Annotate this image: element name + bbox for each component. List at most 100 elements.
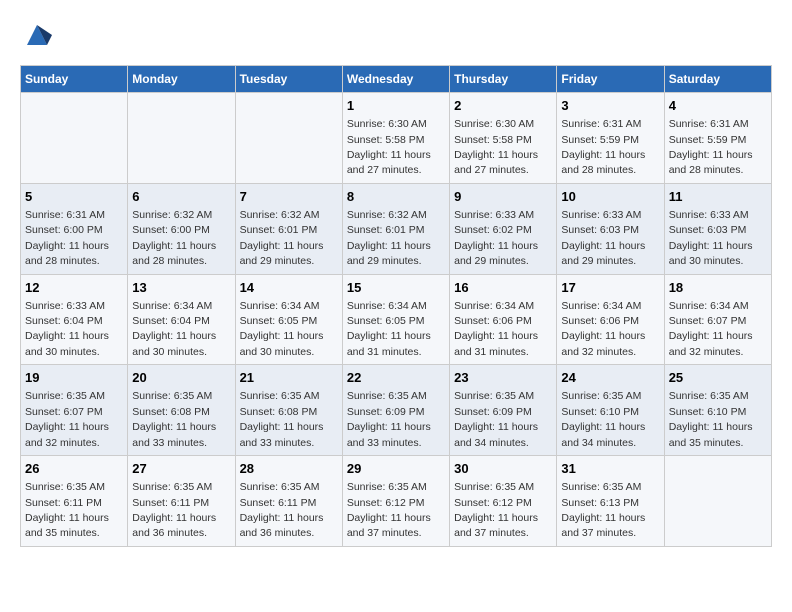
day-number: 16 — [454, 279, 552, 297]
day-number: 31 — [561, 460, 659, 478]
day-number: 13 — [132, 279, 230, 297]
day-number: 19 — [25, 369, 123, 387]
day-info: Sunrise: 6:34 AM Sunset: 6:04 PM Dayligh… — [132, 300, 216, 358]
calendar-cell: 20Sunrise: 6:35 AM Sunset: 6:08 PM Dayli… — [128, 365, 235, 456]
day-number: 11 — [669, 188, 767, 206]
calendar-cell — [664, 456, 771, 547]
calendar-cell: 2 Sunrise: 6:30 AM Sunset: 5:58 PM Daylig… — [450, 93, 557, 184]
day-info: Sunrise: 6:32 AM Sunset: 6:00 PM Dayligh… — [132, 209, 216, 267]
calendar-cell — [235, 93, 342, 184]
col-header-thursday: Thursday — [450, 66, 557, 93]
day-number: 17 — [561, 279, 659, 297]
calendar-cell: 15 Sunrise: 6:34 AM Sunset: 6:05 PM Dayli… — [342, 274, 449, 365]
page-header — [20, 20, 772, 55]
day-number: 8 — [347, 188, 445, 206]
calendar-cell: 24 Sunrise: 6:35 AM Sunset: 6:10 PM Dayli… — [557, 365, 664, 456]
calendar-cell: 18Sunrise: 6:34 AM Sunset: 6:07 PM Dayli… — [664, 274, 771, 365]
calendar-table: SundayMondayTuesdayWednesdayThursdayFrid… — [20, 65, 772, 547]
calendar-cell: 30 Sunrise: 6:35 AM Sunset: 6:12 PM Dayli… — [450, 456, 557, 547]
col-header-tuesday: Tuesday — [235, 66, 342, 93]
day-info: Sunrise: 6:35 AM Sunset: 6:11 PM Dayligh… — [25, 481, 109, 539]
day-number: 10 — [561, 188, 659, 206]
day-info: Sunrise: 6:30 AM Sunset: 5:58 PM Dayligh… — [454, 118, 538, 176]
day-info: Sunrise: 6:35 AM Sunset: 6:09 PM Dayligh… — [347, 390, 431, 448]
day-info: Sunrise: 6:35 AM Sunset: 6:10 PM Dayligh… — [561, 390, 645, 448]
calendar-cell: 25 Sunrise: 6:35 AM Sunset: 6:10 PM Dayli… — [664, 365, 771, 456]
calendar-cell: 4Sunrise: 6:31 AM Sunset: 5:59 PM Daylig… — [664, 93, 771, 184]
calendar-cell — [21, 93, 128, 184]
calendar-cell: 22 Sunrise: 6:35 AM Sunset: 6:09 PM Dayli… — [342, 365, 449, 456]
day-number: 1 — [347, 97, 445, 115]
day-number: 26 — [25, 460, 123, 478]
calendar-week-row: 12 Sunrise: 6:33 AM Sunset: 6:04 PM Dayli… — [21, 274, 772, 365]
day-number: 25 — [669, 369, 767, 387]
calendar-cell: 31 Sunrise: 6:35 AM Sunset: 6:13 PM Dayli… — [557, 456, 664, 547]
calendar-cell — [128, 93, 235, 184]
calendar-cell: 8 Sunrise: 6:32 AM Sunset: 6:01 PM Daylig… — [342, 183, 449, 274]
day-info: Sunrise: 6:30 AM Sunset: 5:58 PM Dayligh… — [347, 118, 431, 176]
day-info: Sunrise: 6:35 AM Sunset: 6:07 PM Dayligh… — [25, 390, 109, 448]
day-info: Sunrise: 6:33 AM Sunset: 6:04 PM Dayligh… — [25, 300, 109, 358]
day-number: 14 — [240, 279, 338, 297]
day-number: 22 — [347, 369, 445, 387]
day-info: Sunrise: 6:33 AM Sunset: 6:02 PM Dayligh… — [454, 209, 538, 267]
col-header-wednesday: Wednesday — [342, 66, 449, 93]
calendar-cell: 26 Sunrise: 6:35 AM Sunset: 6:11 PM Dayli… — [21, 456, 128, 547]
calendar-cell: 9 Sunrise: 6:33 AM Sunset: 6:02 PM Daylig… — [450, 183, 557, 274]
calendar-cell: 10 Sunrise: 6:33 AM Sunset: 6:03 PM Dayli… — [557, 183, 664, 274]
day-number: 18 — [669, 279, 767, 297]
logo — [20, 20, 52, 55]
day-info: Sunrise: 6:32 AM Sunset: 6:01 PM Dayligh… — [347, 209, 431, 267]
day-number: 24 — [561, 369, 659, 387]
day-info: Sunrise: 6:33 AM Sunset: 6:03 PM Dayligh… — [669, 209, 753, 267]
day-number: 15 — [347, 279, 445, 297]
day-number: 7 — [240, 188, 338, 206]
day-info: Sunrise: 6:32 AM Sunset: 6:01 PM Dayligh… — [240, 209, 324, 267]
day-info: Sunrise: 6:35 AM Sunset: 6:11 PM Dayligh… — [132, 481, 216, 539]
calendar-cell: 19 Sunrise: 6:35 AM Sunset: 6:07 PM Dayli… — [21, 365, 128, 456]
day-info: Sunrise: 6:35 AM Sunset: 6:12 PM Dayligh… — [347, 481, 431, 539]
calendar-cell: 21Sunrise: 6:35 AM Sunset: 6:08 PM Dayli… — [235, 365, 342, 456]
day-info: Sunrise: 6:35 AM Sunset: 6:08 PM Dayligh… — [240, 390, 324, 448]
day-info: Sunrise: 6:31 AM Sunset: 5:59 PM Dayligh… — [669, 118, 753, 176]
day-number: 28 — [240, 460, 338, 478]
col-header-sunday: Sunday — [21, 66, 128, 93]
day-info: Sunrise: 6:34 AM Sunset: 6:05 PM Dayligh… — [347, 300, 431, 358]
day-number: 12 — [25, 279, 123, 297]
day-info: Sunrise: 6:35 AM Sunset: 6:12 PM Dayligh… — [454, 481, 538, 539]
day-info: Sunrise: 6:31 AM Sunset: 5:59 PM Dayligh… — [561, 118, 645, 176]
calendar-cell: 7 Sunrise: 6:32 AM Sunset: 6:01 PM Daylig… — [235, 183, 342, 274]
col-header-friday: Friday — [557, 66, 664, 93]
day-info: Sunrise: 6:33 AM Sunset: 6:03 PM Dayligh… — [561, 209, 645, 267]
calendar-cell: 23 Sunrise: 6:35 AM Sunset: 6:09 PM Dayli… — [450, 365, 557, 456]
day-number: 2 — [454, 97, 552, 115]
calendar-cell: 13 Sunrise: 6:34 AM Sunset: 6:04 PM Dayli… — [128, 274, 235, 365]
calendar-cell: 14 Sunrise: 6:34 AM Sunset: 6:05 PM Dayli… — [235, 274, 342, 365]
calendar-week-row: 5 Sunrise: 6:31 AM Sunset: 6:00 PM Daylig… — [21, 183, 772, 274]
day-number: 23 — [454, 369, 552, 387]
day-number: 30 — [454, 460, 552, 478]
calendar-cell: 11 Sunrise: 6:33 AM Sunset: 6:03 PM Dayli… — [664, 183, 771, 274]
day-number: 6 — [132, 188, 230, 206]
calendar-cell: 3 Sunrise: 6:31 AM Sunset: 5:59 PM Daylig… — [557, 93, 664, 184]
col-header-saturday: Saturday — [664, 66, 771, 93]
calendar-cell: 17Sunrise: 6:34 AM Sunset: 6:06 PM Dayli… — [557, 274, 664, 365]
day-info: Sunrise: 6:35 AM Sunset: 6:09 PM Dayligh… — [454, 390, 538, 448]
day-info: Sunrise: 6:34 AM Sunset: 6:06 PM Dayligh… — [454, 300, 538, 358]
day-number: 5 — [25, 188, 123, 206]
calendar-cell: 12 Sunrise: 6:33 AM Sunset: 6:04 PM Dayli… — [21, 274, 128, 365]
calendar-cell: 16 Sunrise: 6:34 AM Sunset: 6:06 PM Dayli… — [450, 274, 557, 365]
day-info: Sunrise: 6:35 AM Sunset: 6:08 PM Dayligh… — [132, 390, 216, 448]
day-number: 9 — [454, 188, 552, 206]
calendar-cell: 28Sunrise: 6:35 AM Sunset: 6:11 PM Dayli… — [235, 456, 342, 547]
logo-icon — [22, 20, 52, 50]
day-info: Sunrise: 6:35 AM Sunset: 6:10 PM Dayligh… — [669, 390, 753, 448]
calendar-week-row: 26 Sunrise: 6:35 AM Sunset: 6:11 PM Dayli… — [21, 456, 772, 547]
calendar-header-row: SundayMondayTuesdayWednesdayThursdayFrid… — [21, 66, 772, 93]
day-info: Sunrise: 6:35 AM Sunset: 6:13 PM Dayligh… — [561, 481, 645, 539]
day-info: Sunrise: 6:34 AM Sunset: 6:05 PM Dayligh… — [240, 300, 324, 358]
day-number: 3 — [561, 97, 659, 115]
day-info: Sunrise: 6:31 AM Sunset: 6:00 PM Dayligh… — [25, 209, 109, 267]
day-number: 27 — [132, 460, 230, 478]
calendar-cell: 6 Sunrise: 6:32 AM Sunset: 6:00 PM Daylig… — [128, 183, 235, 274]
